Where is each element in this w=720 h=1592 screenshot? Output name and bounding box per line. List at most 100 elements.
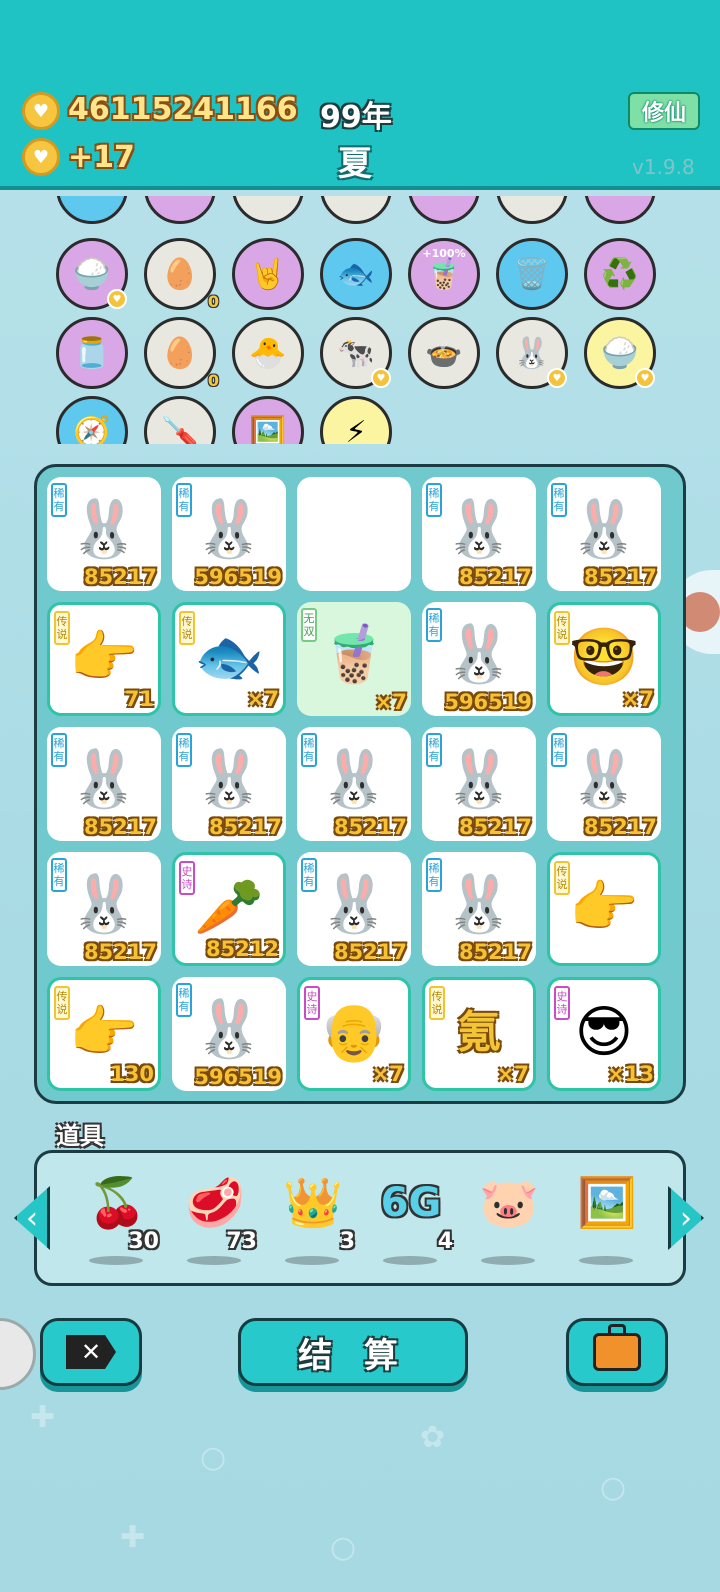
shop-item-circle[interactable]: 🧭 bbox=[56, 396, 128, 444]
prop-item-liver[interactable]: 🥩 73 bbox=[173, 1171, 257, 1271]
prop-item-lychee[interactable]: 🍒 30 bbox=[75, 1171, 159, 1271]
board-cell[interactable]: 史诗 👴 ×7 bbox=[297, 977, 411, 1091]
shop-item-list[interactable]: 🍚 ♥ 🥚 0 🤘 🐟 🧋 +100% 🗑️ ♻️ 🫙 🥚 0 🐣 🐄 ♥ 🍲 🐰 ♥ 🍚 ♥ 🧭 🪛 🖼️ ⚡ bbox=[40, 196, 680, 444]
prop-shadow bbox=[187, 1256, 241, 1265]
board-cell[interactable]: 稀有 🐰 596519 bbox=[422, 602, 536, 716]
shop-item-circle[interactable]: 🥚 0 bbox=[144, 238, 219, 311]
board-cell[interactable]: 稀有 🐰 85217 bbox=[172, 727, 286, 841]
board-cell[interactable]: 稀有 🐰 596519 bbox=[172, 977, 286, 1091]
board-item-value: 85217 bbox=[583, 815, 657, 839]
board-item-icon: 🐰 bbox=[444, 747, 514, 812]
shop-item-circle[interactable]: 🐄 ♥ bbox=[320, 317, 392, 389]
prop-item-6g[interactable]: 6G 4 bbox=[369, 1171, 453, 1271]
board-item-value: ×7 bbox=[374, 690, 407, 714]
shop-item-circle[interactable] bbox=[144, 196, 216, 224]
board-cell[interactable]: 稀有 🐰 85217 bbox=[422, 852, 536, 966]
board-cell[interactable]: 稀有 🐰 85217 bbox=[422, 727, 536, 841]
shop-item-circle[interactable] bbox=[232, 196, 304, 224]
board-cell[interactable]: 稀有 🐰 85217 bbox=[547, 477, 661, 591]
board-cell[interactable]: 稀有 🐰 85217 bbox=[547, 727, 661, 841]
prop-count: 73 bbox=[226, 1229, 257, 1254]
shop-item-circle[interactable]: 🤘 bbox=[232, 238, 304, 310]
board-cell[interactable]: 无双 🧋 ×7 bbox=[297, 602, 411, 716]
shop-item-icon: 🧋 bbox=[425, 256, 463, 292]
shop-item-icon: 🖼️ bbox=[249, 414, 287, 445]
props-prev-arrow[interactable]: ‹ bbox=[14, 1186, 50, 1250]
board-cell[interactable]: 稀有 🐰 85217 bbox=[47, 477, 161, 591]
shop-item-circle[interactable]: ⚡ bbox=[320, 396, 392, 444]
lychee-icon: 🍒 bbox=[87, 1175, 147, 1231]
shop-item-circle[interactable] bbox=[584, 196, 656, 224]
prop-item-frame[interactable]: 🖼️ bbox=[565, 1171, 649, 1271]
board-cell[interactable]: 传说 👉 130 bbox=[47, 977, 161, 1091]
board-item-icon: 🐰 bbox=[69, 872, 139, 937]
shop-item-icon: 🍚 bbox=[73, 256, 111, 292]
shop-item-circle[interactable]: 🐟 bbox=[320, 238, 392, 310]
shop-item-circle[interactable]: 🥚 0 bbox=[144, 317, 219, 390]
shop-item-circle[interactable] bbox=[56, 196, 128, 224]
6g-icon: 6G bbox=[380, 1180, 442, 1226]
crown-icon: 👑 bbox=[283, 1175, 343, 1231]
board-cell[interactable]: 稀有 🐰 85217 bbox=[422, 477, 536, 591]
shop-item-icon: 🤘 bbox=[249, 256, 287, 292]
board-item-value: ×7 bbox=[621, 687, 654, 711]
board-item-value: 596519 bbox=[444, 690, 532, 714]
shop-item-circle[interactable]: 🗑️ bbox=[496, 238, 568, 310]
shop-item-circle[interactable]: 🪛 bbox=[144, 396, 216, 444]
remove-button[interactable]: ✕ bbox=[40, 1318, 142, 1386]
shop-item-circle[interactable] bbox=[408, 196, 480, 224]
shop-item-circle[interactable]: 🖼️ bbox=[232, 396, 304, 444]
shop-item-circle[interactable]: 🍚 ♥ bbox=[584, 317, 656, 389]
board-cell[interactable]: 稀有 🐰 85217 bbox=[47, 852, 161, 966]
cultivate-button[interactable]: 修仙 bbox=[628, 92, 700, 130]
board-item-value: 85217 bbox=[458, 565, 532, 589]
avatar[interactable] bbox=[0, 1318, 36, 1390]
board-item-icon: 👴 bbox=[319, 1000, 389, 1065]
board-item-value: 85217 bbox=[458, 940, 532, 964]
board-cell[interactable]: 传说 👉 71 bbox=[47, 602, 161, 716]
shop-item-circle[interactable]: 🐰 ♥ bbox=[496, 317, 568, 389]
background-decoration: ○ bbox=[200, 1440, 227, 1475]
board-cell[interactable]: 稀有 🐰 85217 bbox=[297, 727, 411, 841]
shop-item-circle[interactable]: 🐣 bbox=[232, 317, 304, 389]
board-cell[interactable]: 传说 👉 bbox=[547, 852, 661, 966]
shop-item-icon: 🪛 bbox=[161, 414, 199, 445]
shop-item-circle[interactable]: 🫙 bbox=[56, 317, 128, 389]
shop-item-circle[interactable]: 🍚 ♥ bbox=[56, 238, 128, 310]
background-decoration: ○ bbox=[600, 1470, 627, 1505]
donut-icon bbox=[680, 592, 720, 632]
board-cell[interactable]: 史诗 🥕 85212 bbox=[172, 852, 286, 966]
settle-button[interactable]: 结 算 bbox=[238, 1318, 468, 1386]
board-cell[interactable]: 稀有 🐰 85217 bbox=[297, 852, 411, 966]
props-next-arrow[interactable]: › bbox=[668, 1186, 704, 1250]
board-item-value: 85217 bbox=[583, 565, 657, 589]
board-cell[interactable]: 传说氪 ×7 bbox=[422, 977, 536, 1091]
prop-item-crown[interactable]: 👑 3 bbox=[271, 1171, 355, 1271]
board-item-icon: 😎 bbox=[574, 1000, 634, 1065]
shop-item-circle[interactable]: 🧋 +100% bbox=[408, 238, 480, 310]
board-item-icon: 🐰 bbox=[444, 497, 514, 562]
board-cell[interactable] bbox=[297, 477, 411, 591]
shop-item-icon: ♻️ bbox=[601, 256, 639, 292]
shop-item-circle[interactable] bbox=[496, 196, 568, 224]
board-cell[interactable]: 稀有 🐰 85217 bbox=[47, 727, 161, 841]
board-cell[interactable]: 传说 🤓 ×7 bbox=[547, 602, 661, 716]
board-item-icon: 🐰 bbox=[194, 497, 264, 562]
money-income: +17 bbox=[68, 140, 135, 175]
board-cell[interactable]: 史诗 😎 ×13 bbox=[547, 977, 661, 1091]
props-panel: 🍒 30 🥩 73 👑 3 6G 4 🐷 🖼️ bbox=[34, 1150, 686, 1286]
board-cell[interactable]: 稀有 🐰 596519 bbox=[172, 477, 286, 591]
board-item-icon: 🐰 bbox=[569, 497, 639, 562]
shop-item-circle[interactable]: 🍲 bbox=[408, 317, 480, 389]
shop-item-circle[interactable]: ♻️ bbox=[584, 238, 656, 310]
prop-count: 4 bbox=[437, 1229, 453, 1254]
year-display: 99年 bbox=[320, 100, 392, 135]
inventory-button[interactable] bbox=[566, 1318, 668, 1386]
prop-shadow bbox=[383, 1256, 437, 1265]
prop-item-piggy-bank[interactable]: 🐷 bbox=[467, 1171, 551, 1271]
board-cell[interactable]: 传说 🐟 ×7 bbox=[172, 602, 286, 716]
shop-item-circle[interactable] bbox=[320, 196, 392, 224]
prop-count: 3 bbox=[339, 1229, 355, 1254]
background-decoration: ○ bbox=[330, 1530, 357, 1565]
background-decoration: ✚ bbox=[30, 1400, 56, 1435]
